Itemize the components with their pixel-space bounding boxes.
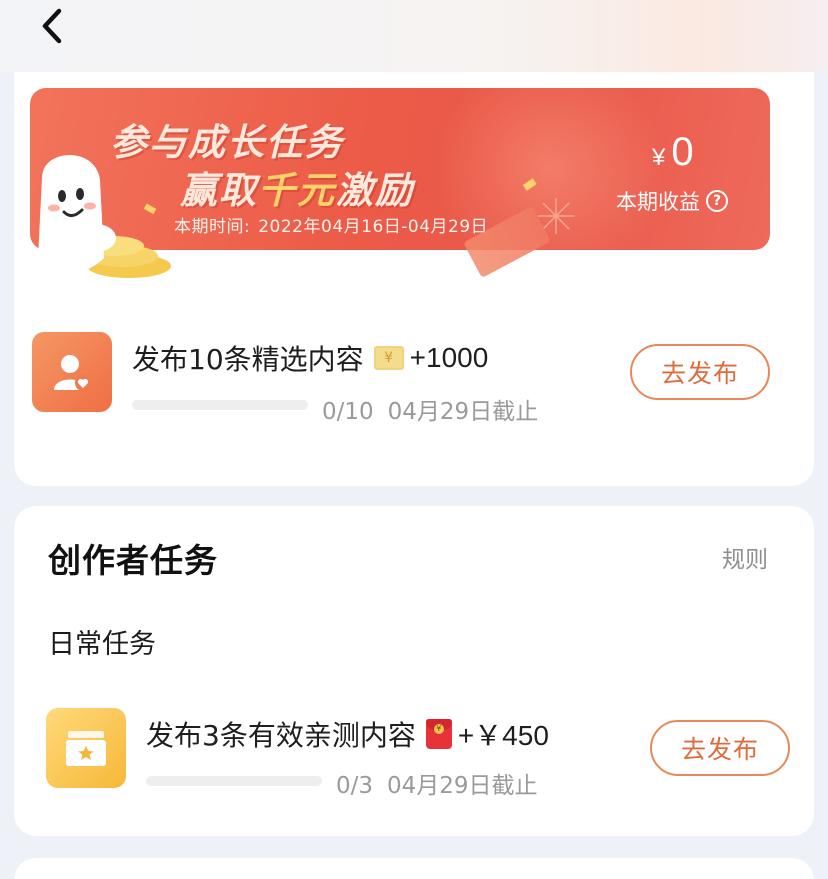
task-deadline: 04月29日截止 xyxy=(387,773,538,799)
top-nav-bar xyxy=(0,0,828,72)
earnings-label: 本期收益 xyxy=(616,190,700,214)
earnings-label-row[interactable]: 本期收益? xyxy=(616,186,728,216)
task-progress-bar xyxy=(146,776,322,786)
task-deadline: 04月29日截止 xyxy=(387,399,539,425)
chevron-left-icon xyxy=(42,8,62,44)
star-box-icon xyxy=(46,708,126,788)
task-meta: 0/3 04月29日截止 xyxy=(336,766,538,800)
period-label: 本期时间: xyxy=(174,217,251,237)
task-meta: 0/10 04月29日截止 xyxy=(322,392,538,426)
growth-task-title-row: 发布10条精选内容 +1000 xyxy=(132,338,488,378)
section-title: 创作者任务 xyxy=(48,541,218,580)
red-packet-icon xyxy=(425,719,452,749)
currency-symbol: ¥ xyxy=(652,144,666,171)
task-progress-text: 0/3 xyxy=(336,773,374,799)
task-progress-bar xyxy=(132,400,308,410)
task-reward: +￥450 xyxy=(457,720,549,751)
daily-task-title-row: 发布3条有效亲测内容 +￥450 xyxy=(146,714,549,754)
task-reward: +1000 xyxy=(409,342,489,373)
next-section-card xyxy=(14,858,814,879)
banner-period: 本期时间: 2022年04月16日-04月29日 xyxy=(174,212,488,237)
period-value: 2022年04月16日-04月29日 xyxy=(258,217,489,237)
question-circle-icon[interactable]: ? xyxy=(706,190,728,212)
task-title: 发布10条精选内容 xyxy=(132,343,364,376)
publish-button[interactable]: 去发布 xyxy=(630,344,770,400)
user-heart-icon xyxy=(32,332,112,412)
publish-button[interactable]: 去发布 xyxy=(650,720,790,776)
rules-link[interactable]: 规则 xyxy=(722,540,768,574)
task-title: 发布3条有效亲测内容 xyxy=(146,719,416,752)
task-progress-text: 0/10 xyxy=(322,399,374,425)
back-button[interactable] xyxy=(30,4,74,48)
banner-headline-line2: 赢取千元激励 xyxy=(180,169,414,212)
earnings-amount: ¥0 xyxy=(652,130,694,175)
mascot-illustration xyxy=(38,155,171,278)
daily-tasks-heading: 日常任务 xyxy=(48,629,156,660)
coin-icon xyxy=(373,346,404,370)
earnings-value: 0 xyxy=(671,130,694,174)
banner-highlight: 千元 xyxy=(258,169,336,212)
confetti-decoration xyxy=(522,178,537,191)
